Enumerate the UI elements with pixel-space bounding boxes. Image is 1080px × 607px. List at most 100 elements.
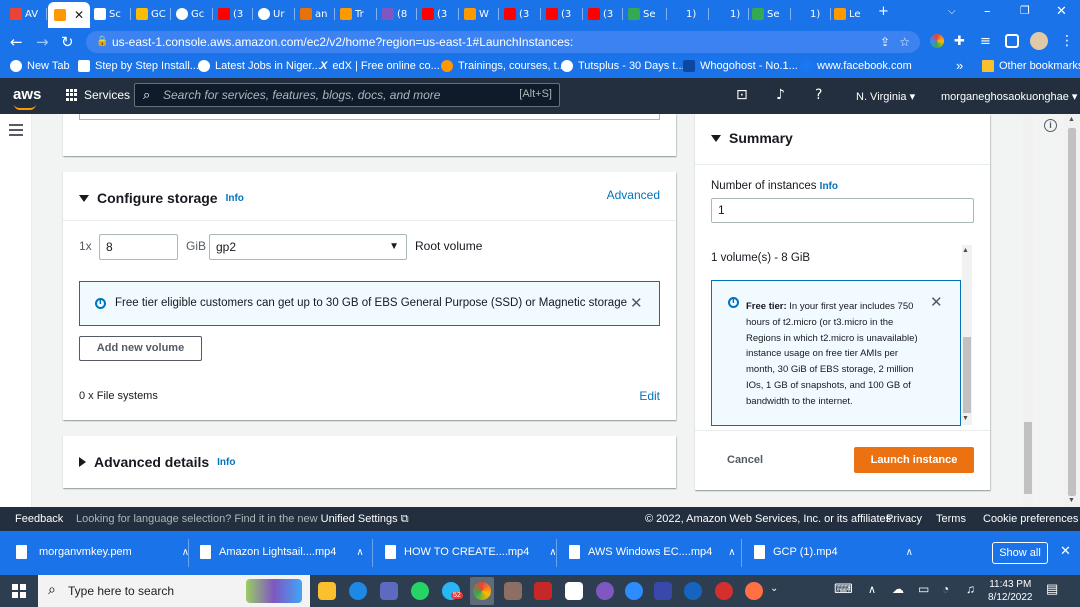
bookmark-item[interactable]: Step by Step Install... <box>78 60 199 72</box>
media-icon[interactable]: ≡ <box>980 34 991 49</box>
aws-search-box[interactable]: ⌕ [Alt+S] <box>134 83 560 107</box>
file-explorer-icon[interactable] <box>318 582 336 600</box>
edge-icon[interactable] <box>349 582 367 600</box>
browser-tab[interactable]: an <box>300 4 327 24</box>
slack-icon[interactable] <box>565 582 583 600</box>
browser-tab[interactable]: (3 <box>588 4 613 24</box>
browser-tab[interactable]: W <box>464 4 489 24</box>
extensions-puzzle-icon[interactable]: ✚ <box>954 34 965 49</box>
unified-settings-link[interactable]: Unified Settings ⧉ <box>321 513 409 525</box>
cloudshell-icon[interactable]: ⊡ <box>736 87 748 103</box>
new-tab-button[interactable]: + <box>878 4 889 19</box>
summary-scrollbar[interactable]: ▲ ▼ <box>962 245 972 425</box>
volume-type-select[interactable]: gp2 ▼ <box>209 234 407 260</box>
filezilla-icon[interactable] <box>534 582 552 600</box>
browser-tab[interactable]: (8 <box>382 4 407 24</box>
info-link[interactable]: Info <box>820 181 838 192</box>
close-icon[interactable]: ✕ <box>630 294 643 312</box>
download-item[interactable]: GCP (1).mp4 ∧ <box>754 545 913 559</box>
battery-icon[interactable]: ▭ <box>918 582 934 600</box>
restore-icon[interactable]: ❐ <box>1020 4 1030 17</box>
download-item[interactable]: AWS Windows EC....mp4 ∧ <box>569 545 736 559</box>
cookie-preferences-link[interactable]: Cookie preferences <box>983 513 1078 525</box>
browser-tab[interactable]: (3 <box>546 4 571 24</box>
keyboard-icon[interactable]: ⌨ <box>834 581 854 599</box>
download-item[interactable]: morganvmkey.pem ∧ <box>16 545 189 559</box>
aws-logo[interactable]: aws <box>13 86 41 110</box>
show-all-downloads-button[interactable]: Show all <box>992 542 1048 564</box>
page-scrollbar[interactable]: ▲ ▼ <box>1064 114 1080 507</box>
back-icon[interactable]: ← <box>10 33 23 51</box>
launch-instance-button[interactable]: Launch instance <box>854 447 974 473</box>
info-link[interactable]: Info <box>217 457 235 468</box>
forward-icon[interactable]: → <box>36 33 49 51</box>
bookmark-item[interactable]: XedX | Free online co... <box>320 60 440 72</box>
help-icon[interactable]: ? <box>815 87 822 103</box>
system-clock[interactable]: 11:43 PM 8/12/2022 <box>988 578 1033 604</box>
bookmark-item[interactable]: New Tab <box>10 60 70 72</box>
browser-tab[interactable]: Gc <box>176 4 204 24</box>
browser-tab-active[interactable]: ✕ <box>48 2 91 28</box>
close-tab-icon[interactable]: ✕ <box>74 8 84 22</box>
browser-tab[interactable]: 1) <box>686 4 696 24</box>
hamburger-menu-icon[interactable] <box>9 124 23 139</box>
browser-tab[interactable]: Tr <box>340 4 364 24</box>
services-menu[interactable]: Services <box>66 88 130 102</box>
scroll-down-icon[interactable]: ▼ <box>1068 497 1075 504</box>
chrome-menu-icon[interactable]: ⋮ <box>1060 33 1074 49</box>
chevron-up-icon[interactable]: ∧ <box>356 547 363 558</box>
app-icon[interactable] <box>684 582 702 600</box>
close-icon[interactable]: ✕ <box>930 293 943 311</box>
profile-avatar[interactable] <box>1030 32 1048 50</box>
tools-icon[interactable] <box>504 582 522 600</box>
opera-icon[interactable] <box>715 582 733 600</box>
region-selector[interactable]: N. Virginia ▾ <box>856 90 915 103</box>
account-menu[interactable]: morganeghosaokuonghae ▾ <box>941 90 1077 103</box>
browser-tab[interactable]: (3 <box>504 4 529 24</box>
taskbar-search[interactable]: ⌕ <box>38 575 310 607</box>
scroll-thumb[interactable] <box>1024 422 1032 494</box>
bookmark-item[interactable]: www.facebook.com <box>800 60 912 72</box>
onedrive-icon[interactable]: ☁ <box>892 582 908 600</box>
browser-tab[interactable]: 1) <box>810 4 820 24</box>
help-panel-icon[interactable]: i <box>1044 119 1057 132</box>
firefox-icon[interactable] <box>745 582 763 600</box>
browser-tab[interactable]: AV <box>10 4 38 24</box>
storage-header[interactable]: Configure storage Info <box>79 190 244 206</box>
browser-tab[interactable]: (3 <box>422 4 447 24</box>
browser-tab[interactable]: Le <box>834 4 861 24</box>
scroll-down-icon[interactable]: ▼ <box>962 415 969 422</box>
scroll-up-icon[interactable]: ▲ <box>962 247 969 254</box>
browser-tab[interactable]: Se <box>752 4 780 24</box>
volume-size-input[interactable]: 8 <box>99 234 178 260</box>
scroll-up-icon[interactable]: ▲ <box>1068 116 1075 123</box>
scroll-thumb[interactable] <box>1068 128 1076 496</box>
feedback-link[interactable]: Feedback <box>15 513 63 525</box>
tab-search-icon[interactable]: ⌵ <box>948 6 956 17</box>
scroll-thumb[interactable] <box>963 337 971 413</box>
download-item[interactable]: Amazon Lightsail....mp4 ∧ <box>200 545 364 559</box>
bookmark-item[interactable]: Latest Jobs in Niger... <box>198 60 321 72</box>
bell-icon[interactable]: ♪ <box>776 87 785 103</box>
browser-tab[interactable]: Sc <box>94 4 121 24</box>
browser-tab[interactable]: Ur <box>258 4 284 24</box>
app-icon[interactable] <box>596 582 614 600</box>
zoom-icon[interactable] <box>625 582 643 600</box>
info-link[interactable]: Info <box>226 193 244 204</box>
cancel-button[interactable]: Cancel <box>727 454 763 466</box>
bookmark-star-icon[interactable]: ☆ <box>899 31 910 53</box>
add-new-volume-button[interactable]: Add new volume <box>79 336 202 361</box>
taskbar-search-input[interactable] <box>68 583 228 599</box>
whatsapp-icon[interactable] <box>411 582 429 600</box>
tray-chevron-icon[interactable]: ∧ <box>868 583 880 601</box>
bookmark-item[interactable]: Trainings, courses, t... <box>441 60 566 72</box>
close-window-icon[interactable]: ✕ <box>1056 4 1067 19</box>
extension-icon[interactable] <box>930 34 944 48</box>
browser-tab[interactable]: (3 <box>218 4 243 24</box>
bookmark-item[interactable]: Whogohost - No.1... <box>683 60 798 72</box>
content-scrollbar[interactable] <box>1023 114 1033 507</box>
notifications-icon[interactable]: ▤ <box>1046 581 1062 599</box>
other-bookmarks[interactable]: Other bookmarks <box>982 60 1080 72</box>
terms-link[interactable]: Terms <box>936 513 966 525</box>
chevron-up-icon[interactable]: ∧ <box>906 547 913 558</box>
